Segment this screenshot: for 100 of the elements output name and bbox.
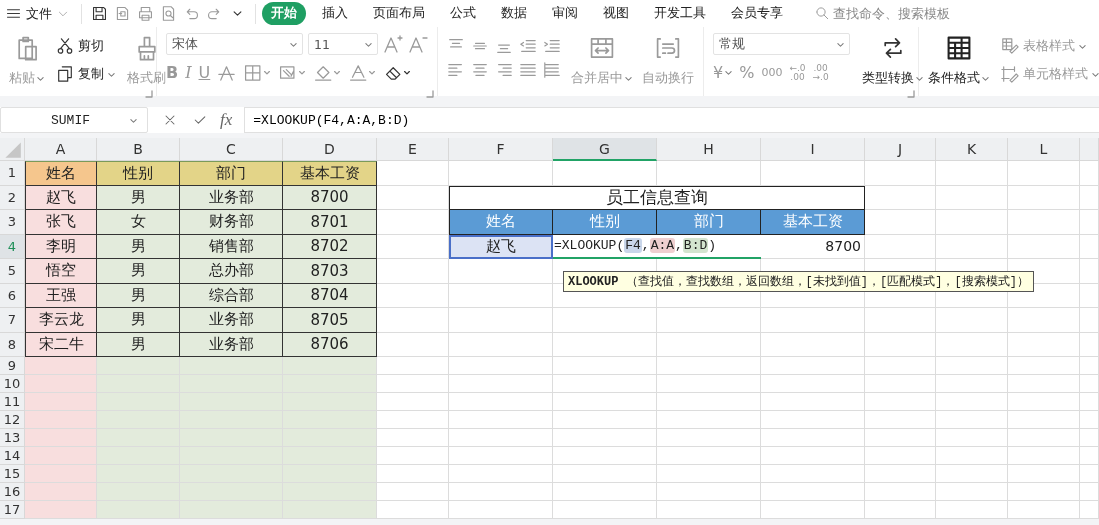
empty-cell[interactable]	[1080, 234, 1099, 259]
empty-cell[interactable]	[553, 429, 657, 447]
decrease-font-size-icon[interactable]	[408, 34, 428, 54]
caret-icon[interactable]	[108, 70, 115, 78]
empty-cell[interactable]	[865, 375, 936, 393]
strikethrough-icon[interactable]	[217, 63, 237, 82]
copy-icon[interactable]	[56, 65, 74, 83]
empty-cell[interactable]	[1080, 375, 1099, 393]
column-header[interactable]: L	[1008, 138, 1080, 161]
empty-cell[interactable]	[1008, 332, 1080, 357]
empty-cell[interactable]	[1008, 483, 1080, 501]
empty-cell[interactable]	[761, 483, 865, 501]
caret-icon[interactable]	[916, 75, 923, 82]
table-grid-icon[interactable]	[945, 35, 972, 61]
empty-cell[interactable]	[761, 447, 865, 465]
empty-cell[interactable]	[865, 393, 936, 411]
empty-cell[interactable]	[936, 234, 1008, 259]
empty-cell[interactable]	[936, 483, 1008, 501]
print-icon[interactable]	[137, 5, 154, 22]
empty-cell[interactable]	[553, 308, 657, 333]
name-box[interactable]: SUMIF	[0, 107, 148, 133]
empty-cell[interactable]	[657, 161, 761, 186]
empty-cell[interactable]	[657, 332, 761, 357]
empty-cell[interactable]	[657, 483, 761, 501]
row-header[interactable]: 7	[0, 308, 25, 333]
empty-cell[interactable]	[553, 161, 657, 186]
print-preview-icon[interactable]	[160, 5, 177, 22]
empty-cell[interactable]	[1008, 161, 1080, 186]
empty-cell[interactable]	[761, 308, 865, 333]
empty-cell[interactable]	[865, 429, 936, 447]
empty-cell[interactable]	[1008, 501, 1080, 519]
empty-cell[interactable]	[1008, 411, 1080, 429]
row-header[interactable]: 14	[0, 447, 25, 465]
search-field[interactable]: 查找命令、搜索模板	[830, 4, 970, 23]
ribbon-tab[interactable]: 会员专享	[722, 2, 792, 25]
insert-function-button[interactable]: fx	[220, 110, 233, 130]
row-header[interactable]: 8	[0, 332, 25, 357]
merge-cells-icon[interactable]	[588, 35, 615, 61]
empty-cell[interactable]	[657, 501, 761, 519]
empty-cell[interactable]	[553, 465, 657, 483]
caret-icon[interactable]	[837, 40, 844, 48]
empty-cell[interactable]	[657, 375, 761, 393]
row-header[interactable]: 13	[0, 429, 25, 447]
dialog-launcher-icon[interactable]	[907, 90, 915, 98]
empty-cell[interactable]	[657, 411, 761, 429]
empty-cell[interactable]	[449, 332, 553, 357]
row-header[interactable]: 15	[0, 465, 25, 483]
empty-cell[interactable]	[657, 393, 761, 411]
empty-cell[interactable]	[865, 308, 936, 333]
empty-cell[interactable]	[1080, 357, 1099, 375]
empty-cell[interactable]	[449, 465, 553, 483]
empty-cell[interactable]	[553, 501, 657, 519]
empty-cell[interactable]	[1080, 447, 1099, 465]
borders-icon[interactable]	[243, 63, 272, 82]
caret-icon[interactable]	[982, 75, 989, 82]
row-header[interactable]: 10	[0, 375, 25, 393]
column-header[interactable]: B	[97, 138, 180, 161]
empty-cell[interactable]	[657, 429, 761, 447]
empty-cell[interactable]	[1080, 465, 1099, 483]
distributed-icon[interactable]	[543, 61, 561, 79]
empty-cell[interactable]	[865, 411, 936, 429]
empty-cell[interactable]	[1080, 501, 1099, 519]
empty-cell[interactable]	[1080, 332, 1099, 357]
empty-cell[interactable]	[936, 429, 1008, 447]
empty-cell[interactable]	[449, 283, 553, 308]
empty-cell[interactable]	[936, 308, 1008, 333]
empty-cell[interactable]	[1008, 375, 1080, 393]
dialog-launcher-icon[interactable]	[145, 90, 153, 98]
fill-bucket-icon[interactable]	[313, 63, 342, 82]
empty-cell[interactable]	[1008, 465, 1080, 483]
empty-cell[interactable]	[1008, 185, 1080, 210]
font-color-icon[interactable]	[348, 63, 377, 82]
empty-cell[interactable]	[865, 161, 936, 186]
caret-icon[interactable]	[365, 40, 372, 48]
empty-cell[interactable]	[936, 185, 1008, 210]
empty-cell[interactable]	[1080, 210, 1099, 235]
empty-cell[interactable]	[1008, 357, 1080, 375]
column-header[interactable]: G	[553, 138, 657, 161]
empty-cell[interactable]	[936, 465, 1008, 483]
empty-cell[interactable]	[1008, 447, 1080, 465]
empty-cell[interactable]	[553, 411, 657, 429]
empty-cell[interactable]	[936, 332, 1008, 357]
empty-cell[interactable]	[865, 332, 936, 357]
caret-icon[interactable]	[130, 116, 137, 124]
empty-cell[interactable]	[657, 447, 761, 465]
increase-indent-icon[interactable]	[543, 37, 561, 55]
row-header[interactable]: 1	[0, 161, 25, 186]
empty-cell[interactable]	[936, 357, 1008, 375]
conditional-format-button[interactable]: 条件格式	[928, 70, 989, 87]
row-header[interactable]: 11	[0, 393, 25, 411]
column-header[interactable]: K	[936, 138, 1008, 161]
empty-cell[interactable]	[936, 501, 1008, 519]
empty-cell[interactable]	[865, 357, 936, 375]
empty-cell[interactable]	[449, 375, 553, 393]
align-center-icon[interactable]	[471, 61, 489, 79]
scissors-icon[interactable]	[56, 37, 74, 55]
column-header[interactable]: A	[25, 138, 97, 161]
ribbon-tab[interactable]: 公式	[441, 2, 485, 25]
ribbon-tab[interactable]: 开发工具	[645, 2, 715, 25]
empty-cell[interactable]	[1080, 259, 1099, 284]
